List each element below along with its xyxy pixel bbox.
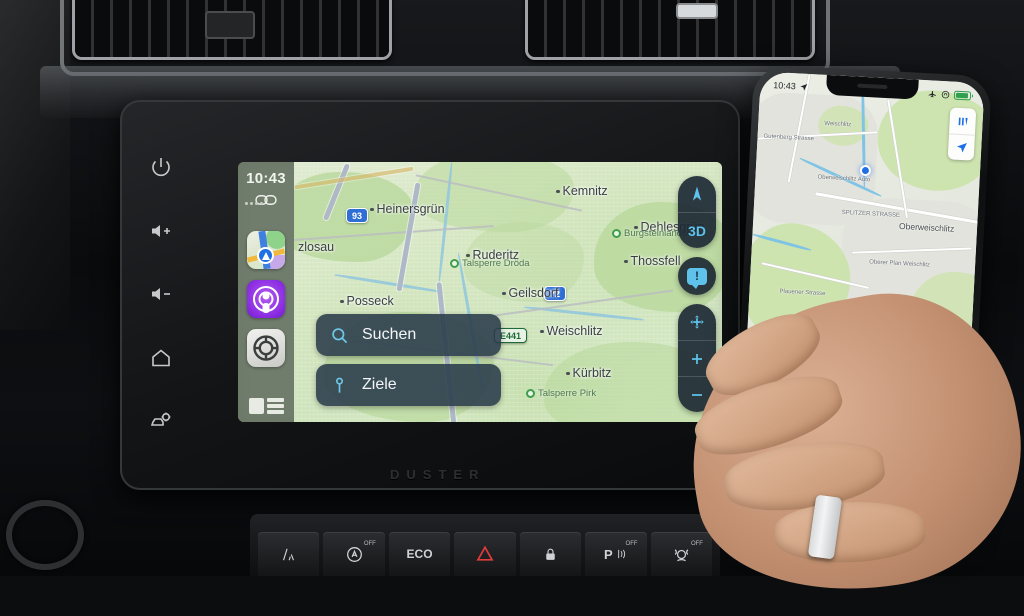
report-bubble-icon: ! (687, 267, 707, 289)
app-grid-button[interactable] (248, 398, 284, 414)
map-poi[interactable]: Talsperre Dröda (450, 258, 530, 269)
key-ring (6, 500, 84, 570)
hazard-lights-button[interactable] (454, 532, 516, 576)
search-button[interactable]: Suchen (316, 314, 501, 356)
eco-mode-button[interactable]: ECO (388, 532, 451, 576)
traction-off-label: OFF (690, 541, 703, 547)
air-vent-right[interactable] (525, 0, 815, 60)
traction-icon (674, 548, 689, 561)
vent-knob[interactable] (205, 11, 255, 39)
sidebar-app-maps[interactable] (247, 231, 285, 269)
map-label: Geilsdorf (502, 286, 559, 300)
volume-down-button[interactable] (146, 279, 176, 309)
vent-slats (528, 0, 812, 57)
head-unit: DUSTER 10:43 93 72 E441 zlosau Heinersgr… (120, 100, 740, 490)
carplay-app-list (247, 231, 285, 367)
search-icon (332, 327, 348, 343)
locate-me-button[interactable] (947, 133, 975, 161)
map-label: Weischlitz (540, 324, 603, 338)
destinations-button-label: Ziele (362, 376, 397, 393)
route-shield: 93 (346, 208, 369, 223)
eco-label: ECO (406, 547, 433, 561)
map-poi[interactable]: Talsperre Pirk (526, 388, 596, 399)
start-stop-button[interactable]: OFF (323, 532, 385, 576)
air-vent-left[interactable] (72, 0, 392, 60)
park-assist-button[interactable]: P OFF (585, 532, 647, 576)
pin-icon (335, 377, 344, 393)
power-button[interactable] (146, 152, 176, 182)
lock-icon (546, 548, 555, 560)
vent-knob[interactable] (676, 3, 718, 19)
carplay-clock: 10:43 (246, 170, 286, 187)
compass-button[interactable] (678, 176, 716, 212)
dashboard-scene: DUSTER 10:43 93 72 E441 zlosau Heinersgr… (0, 0, 1024, 616)
app-grid-icon (248, 398, 264, 414)
zoom-in-icon (692, 353, 702, 364)
location-arrow-icon (956, 142, 967, 153)
volume-up-button[interactable] (146, 216, 176, 246)
carplay-sidebar: 10:43 (238, 162, 294, 422)
iphone-clock: 10:43 (773, 80, 797, 92)
battery-green-icon (953, 90, 972, 100)
speaker-plus-icon (152, 224, 170, 237)
three-d-icon: 3D (688, 222, 706, 239)
park-sensor-icon (617, 549, 625, 559)
carplay-screen[interactable]: 10:43 93 72 E441 zlosau Heinersgrün Kemn… (238, 162, 722, 422)
center-console-buttons: OFF ECO P OFF OFF (250, 514, 720, 576)
hazard-icon (476, 545, 494, 561)
zoom-out-icon (692, 393, 702, 396)
head-unit-bezel-buttons (126, 134, 196, 454)
search-button-label: Suchen (362, 326, 417, 343)
iphone-map-controls (947, 107, 977, 161)
auto-stop-icon (346, 546, 362, 562)
compass-arrow-icon (692, 186, 702, 201)
map-label: Kürbitz (566, 366, 611, 380)
map-label: Heinersgrün (370, 202, 445, 216)
power-icon (152, 158, 170, 177)
lane-assist-button[interactable] (258, 532, 320, 576)
park-glyph: P (603, 546, 613, 562)
map-label: Posseck (340, 294, 394, 308)
carplay-map-canvas[interactable]: 93 72 E441 zlosau Heinersgrün Kemnitz De… (294, 162, 722, 422)
airplane-icon (928, 90, 936, 97)
destinations-button[interactable]: Ziele (316, 364, 501, 406)
map-label: zlosau (298, 240, 335, 254)
orientation-group: 3D (678, 176, 716, 248)
map-label: Thossfell (624, 254, 681, 268)
vehicle-settings-button[interactable] (146, 406, 176, 436)
pan-button[interactable] (678, 304, 716, 340)
traction-control-button[interactable]: OFF (650, 532, 712, 576)
door-lock-button[interactable] (519, 532, 582, 576)
lane-assist-icon (283, 548, 295, 560)
start-stop-off-label: OFF (363, 541, 376, 547)
map-layers-button[interactable] (949, 107, 976, 134)
home-icon (152, 348, 170, 366)
carplay-action-buttons: Suchen Ziele (316, 314, 501, 406)
report-button[interactable]: ! (678, 257, 716, 295)
sidebar-app-podcasts[interactable] (247, 280, 285, 318)
signal-dots (245, 202, 263, 205)
location-arrow-icon (799, 83, 807, 91)
pan-arrows-icon (690, 315, 704, 329)
map-layers-icon (958, 117, 968, 126)
carplay-icon (941, 90, 950, 98)
map-label: Kemnitz (556, 184, 608, 198)
speaker-minus-icon (152, 288, 170, 300)
park-off-label: OFF (625, 541, 638, 547)
home-button[interactable] (146, 343, 176, 373)
vehicle-badge: DUSTER (390, 467, 486, 482)
carplay-settings-icon (253, 335, 279, 361)
sidebar-app-carplay-settings[interactable] (247, 329, 285, 367)
three-d-button[interactable]: 3D (678, 212, 716, 248)
car-gear-icon (150, 412, 171, 426)
